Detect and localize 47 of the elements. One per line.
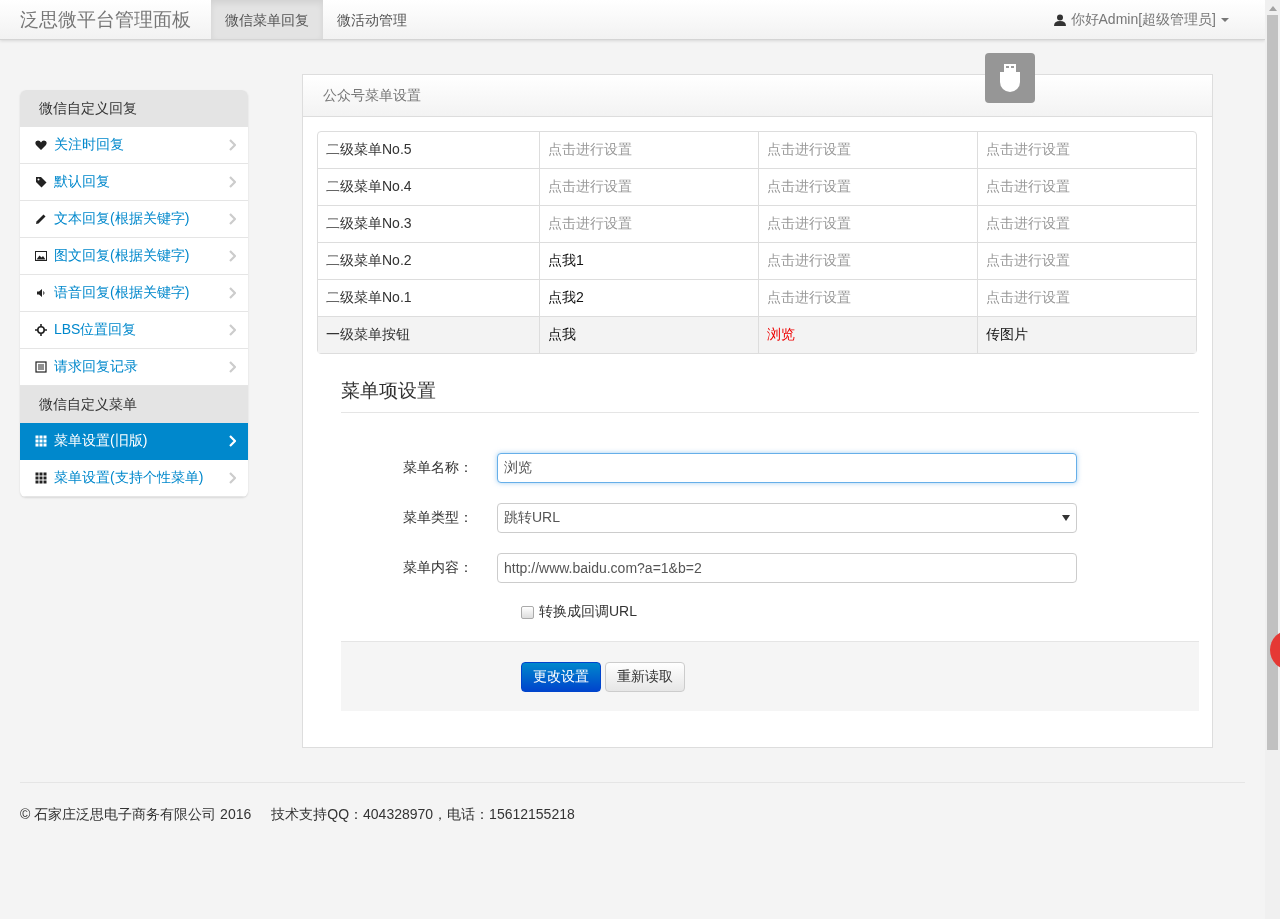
sidebar-header: 微信自定义菜单: [20, 386, 248, 423]
table-cell: 二级菜单No.4: [318, 168, 539, 205]
menu-cell[interactable]: 点击进行设置: [977, 132, 1196, 168]
sidebar-item[interactable]: 默认回复: [20, 164, 248, 201]
menu-cell[interactable]: 点击进行设置: [539, 205, 758, 242]
support-text: 技术支持QQ：404328970，电话：15612155218: [271, 806, 575, 824]
user-menu[interactable]: 你好Admin[超级管理员]: [1053, 0, 1265, 39]
name-input[interactable]: 浏览: [497, 453, 1077, 483]
copyright-text: © 石家庄泛思电子商务有限公司 2016: [20, 806, 252, 824]
menu-cell[interactable]: 点击进行设置: [539, 132, 758, 168]
sidebar-item[interactable]: 语音回复(根据关键字): [20, 275, 248, 312]
content-input[interactable]: http://www.baidu.com?a=1&b=2: [497, 553, 1077, 583]
type-select[interactable]: 跳转URL: [497, 503, 1077, 533]
field-label: 菜单类型：: [402, 509, 474, 527]
form-title: 菜单项设置: [341, 378, 1199, 413]
panel-title: 公众号菜单设置: [323, 87, 421, 103]
checkbox-label: 转换成回调URL: [539, 603, 637, 621]
sidebar-item[interactable]: 关注时回复: [20, 127, 248, 164]
menu-cell[interactable]: 浏览: [758, 316, 977, 353]
sidebar-item[interactable]: 菜单设置(旧版): [20, 423, 248, 460]
menu-cell[interactable]: 点击进行设置: [758, 242, 977, 279]
sidebar-item[interactable]: LBS位置回复: [20, 312, 248, 349]
table-cell: 二级菜单No.3: [318, 205, 539, 242]
menu-cell[interactable]: 点击进行设置: [758, 168, 977, 205]
table-cell-text: 二级菜单No.5: [325, 140, 413, 159]
menu-cell[interactable]: 点击进行设置: [977, 205, 1196, 242]
sidebar-item[interactable]: 文本回复(根据关键字): [20, 201, 248, 238]
menu-cell[interactable]: 点击进行设置: [977, 168, 1196, 205]
table-cell: 一级菜单按钮: [318, 316, 539, 353]
menu-cell[interactable]: 点击进行设置: [758, 132, 977, 168]
sidebar-item[interactable]: 菜单设置(支持个性菜单): [20, 460, 248, 497]
field-label: 菜单名称：: [402, 459, 474, 477]
save-button[interactable]: 更改设置: [521, 661, 601, 692]
brand-title[interactable]: 泛思微平台管理面板: [0, 0, 211, 39]
menu-cell[interactable]: 点击进行设置: [758, 205, 977, 242]
sidebar-item[interactable]: 图文回复(根据关键字): [20, 238, 248, 275]
menu-cell[interactable]: 传图片: [977, 316, 1196, 353]
menu-cell[interactable]: 点击进行设置: [539, 168, 758, 205]
field-label: 菜单内容：: [402, 559, 474, 577]
table-cell: 二级菜单No.2: [318, 242, 539, 279]
menu-cell[interactable]: 点我: [539, 316, 758, 353]
reload-button[interactable]: 重新读取: [605, 661, 685, 692]
menu-cell[interactable]: 点我1: [539, 242, 758, 279]
sidebar-header: 微信自定义回复: [20, 90, 248, 127]
nav-tab[interactable]: 微活动管理: [323, 0, 421, 39]
menu-cell[interactable]: 点击进行设置: [977, 242, 1196, 279]
nav-tab[interactable]: 微信菜单回复: [211, 0, 323, 39]
